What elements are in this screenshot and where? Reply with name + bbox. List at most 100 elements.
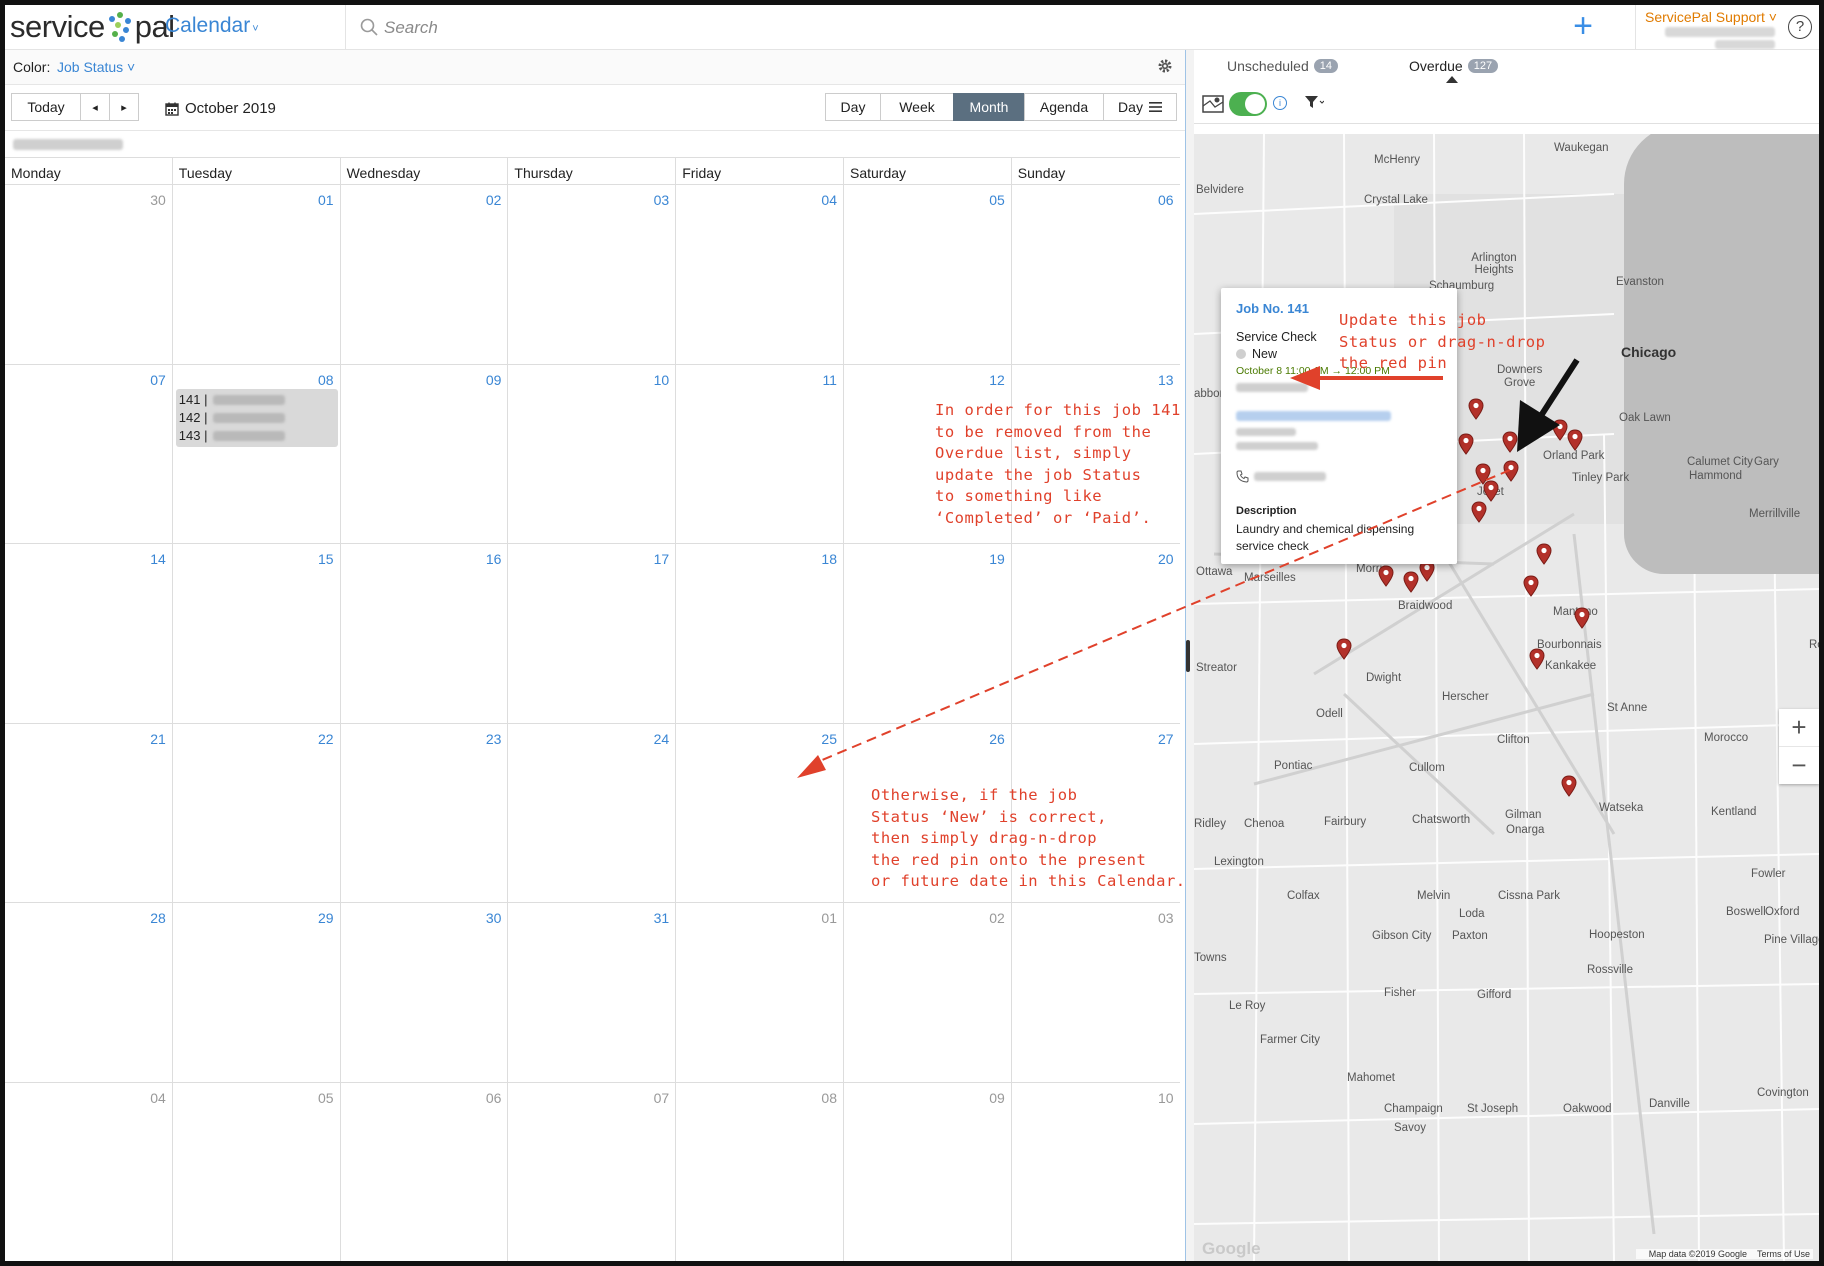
job-status-dropdown[interactable]: New <box>1236 347 1277 361</box>
terms-link[interactable]: Terms of Use <box>1757 1249 1810 1259</box>
day-cell[interactable]: 30 <box>341 903 509 1082</box>
gear-icon[interactable] <box>1157 58 1173 74</box>
map-pin-icon[interactable] <box>1523 575 1539 597</box>
map-toggle[interactable] <box>1229 92 1267 116</box>
day-number[interactable]: 07 <box>150 372 166 388</box>
day-cell[interactable]: 18 <box>676 544 844 723</box>
day-cell[interactable]: 20 <box>1012 544 1180 723</box>
map-pin-icon[interactable] <box>1403 571 1419 593</box>
day-cell[interactable]: 30 <box>5 185 173 364</box>
day-cell[interactable]: 09 <box>844 1082 1012 1261</box>
day-number[interactable]: 03 <box>1158 910 1174 926</box>
map-pin-icon[interactable] <box>1503 460 1519 482</box>
day-cell[interactable]: 07 <box>5 364 173 544</box>
day-number[interactable]: 29 <box>318 910 334 926</box>
calendar-event[interactable]: 143 | <box>176 427 338 445</box>
day-cell[interactable]: 04 <box>5 1082 173 1261</box>
search-input[interactable] <box>382 15 886 41</box>
tab-overdue[interactable]: Overdue 127 <box>1409 58 1499 74</box>
map[interactable]: Waukegan McHenry Belvidere Crystal Lake Arli… <box>1194 134 1819 1261</box>
day-number[interactable]: 31 <box>654 910 670 926</box>
view-day-button[interactable]: Day <box>825 93 881 121</box>
day-cell[interactable]: 02 <box>844 903 1012 1082</box>
color-by-dropdown[interactable]: Job Status ˅ <box>57 59 135 75</box>
day-number[interactable]: 25 <box>821 731 837 747</box>
day-cell[interactable]: 15 <box>173 544 341 723</box>
app-switcher[interactable]: Calendar ˅ <box>165 14 259 38</box>
customer-link-redacted[interactable] <box>1236 411 1391 421</box>
day-number[interactable]: 14 <box>150 551 166 567</box>
map-icon[interactable] <box>1202 93 1224 115</box>
phone-redacted[interactable] <box>1254 472 1326 481</box>
account-menu[interactable]: ServicePal Support ˅ <box>1645 9 1785 49</box>
day-number[interactable]: 09 <box>486 372 502 388</box>
map-pin-icon[interactable] <box>1336 638 1352 660</box>
day-number[interactable]: 23 <box>486 731 502 747</box>
splitter-grip-icon[interactable] <box>1186 640 1190 672</box>
day-cell[interactable]: 14 <box>5 544 173 723</box>
day-number[interactable]: 04 <box>821 192 837 208</box>
day-number[interactable]: 30 <box>486 910 502 926</box>
map-pin-icon[interactable] <box>1458 433 1474 455</box>
day-cell[interactable]: 07 <box>508 1082 677 1261</box>
map-pin-icon[interactable] <box>1552 419 1568 441</box>
view-day-list-button[interactable]: Day <box>1103 93 1177 121</box>
map-pin-icon[interactable] <box>1378 565 1394 587</box>
day-cell[interactable]: 01 <box>676 903 844 1082</box>
map-pin-icon[interactable] <box>1468 398 1484 420</box>
day-number[interactable]: 11 <box>822 372 837 388</box>
map-pin-icon[interactable] <box>1502 431 1518 453</box>
day-cell[interactable]: 17 <box>508 544 677 723</box>
day-cell[interactable]: 19 <box>844 544 1012 723</box>
day-number[interactable]: 21 <box>150 731 166 747</box>
map-pin-icon[interactable] <box>1561 775 1577 797</box>
map-pin-icon[interactable] <box>1529 648 1545 670</box>
day-cell[interactable]: 24 <box>508 723 677 903</box>
day-number[interactable]: 20 <box>1158 551 1174 567</box>
info-icon[interactable]: i <box>1273 96 1287 110</box>
map-pin-icon[interactable] <box>1536 543 1552 565</box>
day-number[interactable]: 04 <box>150 1090 166 1106</box>
day-number[interactable]: 12 <box>989 372 1005 388</box>
day-number[interactable]: 10 <box>654 372 670 388</box>
day-number[interactable]: 26 <box>989 731 1005 747</box>
day-number[interactable]: 06 <box>486 1090 502 1106</box>
day-number[interactable]: 19 <box>989 551 1005 567</box>
day-number[interactable]: 16 <box>486 551 502 567</box>
day-number[interactable]: 28 <box>150 910 166 926</box>
day-number[interactable]: 01 <box>318 192 334 208</box>
day-cell[interactable]: 03 <box>1012 903 1180 1082</box>
day-number[interactable]: 07 <box>654 1090 670 1106</box>
day-cell[interactable]: 31 <box>508 903 677 1082</box>
day-cell[interactable]: 08 141 | 142 | 143 | <box>173 364 341 544</box>
day-number[interactable]: 13 <box>1158 372 1174 388</box>
map-pin-icon[interactable] <box>1574 607 1590 629</box>
next-button[interactable]: ▸ <box>109 93 139 121</box>
day-cell[interactable]: 06 <box>1012 185 1180 364</box>
day-number[interactable]: 03 <box>654 192 670 208</box>
day-cell[interactable]: 11 <box>676 364 844 544</box>
day-number[interactable]: 08 <box>318 372 334 388</box>
day-number[interactable]: 17 <box>654 551 670 567</box>
filter-icon[interactable] <box>1304 95 1324 109</box>
day-number[interactable]: 02 <box>486 192 502 208</box>
map-pin-icon[interactable] <box>1567 429 1583 451</box>
day-cell[interactable]: 06 <box>341 1082 509 1261</box>
day-number[interactable]: 05 <box>318 1090 334 1106</box>
view-month-button[interactable]: Month <box>953 93 1025 121</box>
help-icon[interactable]: ? <box>1788 15 1812 39</box>
day-cell[interactable]: 28 <box>5 903 173 1082</box>
servicepal-logo[interactable]: service pal <box>10 9 175 44</box>
day-cell[interactable]: 23 <box>341 723 509 903</box>
day-number[interactable]: 24 <box>654 731 670 747</box>
day-number[interactable]: 06 <box>1158 192 1174 208</box>
day-cell[interactable]: 10 <box>1012 1083 1180 1261</box>
day-number[interactable]: 09 <box>989 1090 1005 1106</box>
map-pin-icon[interactable] <box>1483 480 1499 502</box>
day-cell[interactable]: 22 <box>173 723 341 903</box>
day-number[interactable]: 10 <box>1158 1090 1174 1106</box>
day-cell[interactable]: 01 <box>173 185 341 364</box>
tab-unscheduled[interactable]: Unscheduled 14 <box>1227 58 1338 74</box>
job-number-link[interactable]: Job No. 141 <box>1236 301 1309 316</box>
day-cell[interactable]: 08 <box>676 1082 844 1261</box>
